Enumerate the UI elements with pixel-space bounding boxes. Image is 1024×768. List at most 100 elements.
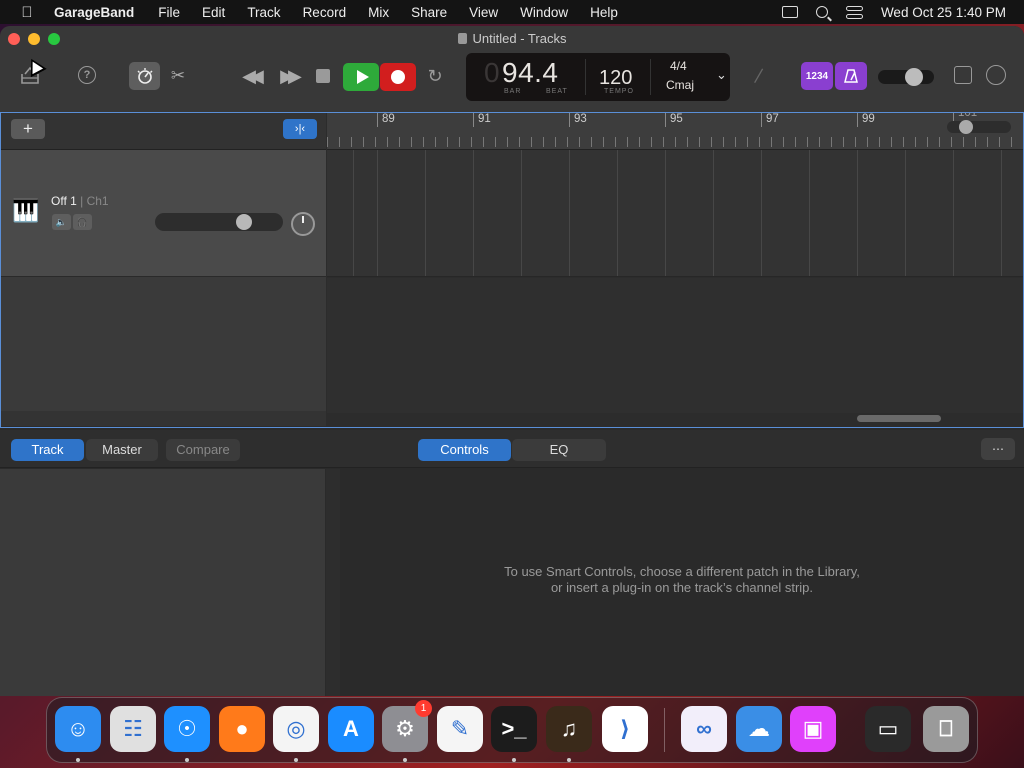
- vscode-icon[interactable]: ⟩: [602, 706, 648, 752]
- chrome-window-icon[interactable]: ▭: [865, 706, 911, 752]
- menu-help[interactable]: Help: [590, 5, 618, 20]
- add-track-button[interactable]: +: [11, 119, 45, 139]
- rewind-icon: ◀◀: [242, 65, 264, 86]
- menu-file[interactable]: File: [158, 5, 180, 20]
- horizontal-zoom-slider[interactable]: [947, 120, 1011, 134]
- track-name[interactable]: Off 1 | Ch1: [51, 194, 109, 208]
- ruler[interactable]: 89 91 93 95 97 99 101: [327, 113, 1023, 150]
- tab-master[interactable]: Master: [86, 439, 158, 461]
- master-volume-knob[interactable]: [905, 68, 923, 86]
- tuner-button[interactable]: ❘: [744, 60, 774, 90]
- lcd-key[interactable]: Cmaj: [666, 78, 694, 92]
- tab-track[interactable]: Track: [11, 439, 84, 461]
- track-pan-knob[interactable]: [291, 212, 315, 236]
- chrome-icon[interactable]: ◎: [273, 706, 319, 752]
- menu-view[interactable]: View: [469, 5, 498, 20]
- weather-icon[interactable]: ☁: [736, 706, 782, 752]
- ruler-bar-89: 89: [382, 113, 395, 125]
- menu-edit[interactable]: Edit: [202, 5, 225, 20]
- menu-clock[interactable]: Wed Oct 25 1:40 PM: [881, 5, 1006, 20]
- lcd-chevron-down-icon[interactable]: ⌄: [716, 67, 727, 83]
- cycle-button[interactable]: ↻: [424, 64, 446, 88]
- empty-lane-area[interactable]: [327, 278, 1023, 413]
- horizontal-scrollbar[interactable]: [857, 415, 941, 422]
- stop-button[interactable]: [316, 69, 330, 83]
- textedit-icon[interactable]: ✎: [437, 706, 483, 752]
- lcd-display[interactable]: 0 94.4 BAR BEAT 120 TEMPO 4/4 Cmaj ⌄: [466, 53, 730, 101]
- visual-studio-icon[interactable]: ∞: [681, 706, 727, 752]
- lcd-bar-label: BAR: [504, 88, 522, 95]
- track-header[interactable]: 🎹 Off 1 | Ch1 🔈 🎧: [1, 150, 326, 277]
- spotlight-search-icon[interactable]: [815, 6, 828, 18]
- ruler-bar-line: [569, 113, 570, 127]
- catch-playhead-button[interactable]: ›|‹: [283, 119, 317, 139]
- lcd-divider: [585, 59, 586, 95]
- trash-icon[interactable]: ⎕: [923, 706, 969, 752]
- menu-bar:  GarageBand File Edit Track Record Mix …: [0, 0, 1024, 24]
- menu-track[interactable]: Track: [247, 5, 280, 20]
- play-button[interactable]: [343, 63, 379, 91]
- firefox-icon[interactable]: ●: [219, 706, 265, 752]
- notepad-button[interactable]: [954, 66, 972, 84]
- finder-icon[interactable]: ☺: [55, 706, 101, 752]
- ruler-bar-95: 95: [670, 113, 683, 125]
- ruler-bar-91: 91: [478, 113, 491, 125]
- tracks-area: + ›|‹ 🎹 Off 1 | Ch1 🔈 🎧 89 91 93 95 97 9…: [0, 112, 1024, 428]
- playhead-catch-icon: ›|‹: [294, 123, 306, 135]
- menu-window[interactable]: Window: [520, 5, 568, 20]
- scissors-icon: ✂: [170, 66, 186, 85]
- track-lane[interactable]: [327, 150, 1023, 277]
- mute-button[interactable]: 🔈: [52, 214, 71, 230]
- control-center-icon[interactable]: [845, 5, 863, 19]
- ruler-bar-101: 101: [958, 113, 978, 119]
- master-volume-slider[interactable]: [878, 68, 934, 86]
- lcd-time-signature[interactable]: 4/4: [670, 59, 687, 73]
- ruler-bar-line: [761, 113, 762, 127]
- smart-controls-inspector-button[interactable]: ⋯: [981, 438, 1015, 460]
- count-in-button[interactable]: 1234: [801, 62, 833, 90]
- apple-menu-icon[interactable]: : [0, 4, 54, 21]
- fast-forward-button[interactable]: ▶▶: [274, 64, 302, 88]
- track-volume-slider[interactable]: [155, 213, 283, 231]
- solo-button[interactable]: 🎧: [73, 214, 92, 230]
- window-title: Untitled - Tracks: [0, 31, 1024, 46]
- editors-scissors-button[interactable]: ✂: [168, 64, 188, 88]
- running-indicator: [294, 758, 298, 762]
- dock: ☺ ☷ ☉ ● ◎ A ⚙ 1 ✎ >_ ♫ ⟩ ∞ ☁ ▣ ▭ ⎕: [46, 697, 978, 763]
- quick-help-button[interactable]: ?: [78, 66, 96, 84]
- record-button[interactable]: [380, 63, 416, 91]
- safari-icon[interactable]: ☉: [164, 706, 210, 752]
- rewind-button[interactable]: ◀◀: [236, 64, 264, 88]
- menu-mix[interactable]: Mix: [368, 5, 389, 20]
- smart-controls-button[interactable]: [129, 62, 160, 90]
- zoom-knob[interactable]: [959, 120, 973, 134]
- tuning-fork-icon: ❘: [748, 64, 769, 87]
- ruler-bar-line: [665, 113, 666, 127]
- system-settings-icon[interactable]: ⚙ 1: [382, 700, 432, 752]
- tab-controls[interactable]: Controls: [418, 439, 511, 461]
- speaker-mute-icon: 🔈: [55, 217, 68, 227]
- smart-controls-inspector: [0, 469, 325, 696]
- track-volume-knob[interactable]: [236, 214, 252, 230]
- toolbox-icon[interactable]: ▣: [790, 706, 836, 752]
- empty-track-header-area[interactable]: [1, 278, 326, 413]
- lcd-position-ghost: 0: [484, 57, 500, 88]
- app-store-icon[interactable]: A: [328, 706, 374, 752]
- launchpad-icon[interactable]: ☷: [110, 706, 156, 752]
- tab-compare[interactable]: Compare: [166, 439, 240, 461]
- terminal-icon[interactable]: >_: [491, 706, 537, 752]
- menu-app-name[interactable]: GarageBand: [54, 5, 134, 20]
- track-headers-column: + ›|‹ 🎹 Off 1 | Ch1 🔈 🎧: [1, 113, 326, 426]
- cycle-icon: ↻: [427, 65, 443, 86]
- inspector-dots-icon: ⋯: [992, 442, 1004, 456]
- loop-browser-button[interactable]: [986, 65, 1006, 85]
- garageband-icon[interactable]: ♫: [546, 706, 592, 752]
- menu-record[interactable]: Record: [303, 5, 347, 20]
- lcd-tempo[interactable]: 120: [599, 67, 632, 90]
- menu-share[interactable]: Share: [411, 5, 447, 20]
- message-line-1: To use Smart Controls, choose a differen…: [504, 564, 860, 579]
- tab-eq[interactable]: EQ: [512, 439, 606, 461]
- screen-mirroring-icon[interactable]: [781, 6, 798, 18]
- metronome-button[interactable]: [835, 62, 867, 90]
- control-bar: ? ✂ ◀◀ ▶▶ ↻ 0 94.4 BAR BEAT 120 TEMPO 4/…: [0, 50, 1024, 112]
